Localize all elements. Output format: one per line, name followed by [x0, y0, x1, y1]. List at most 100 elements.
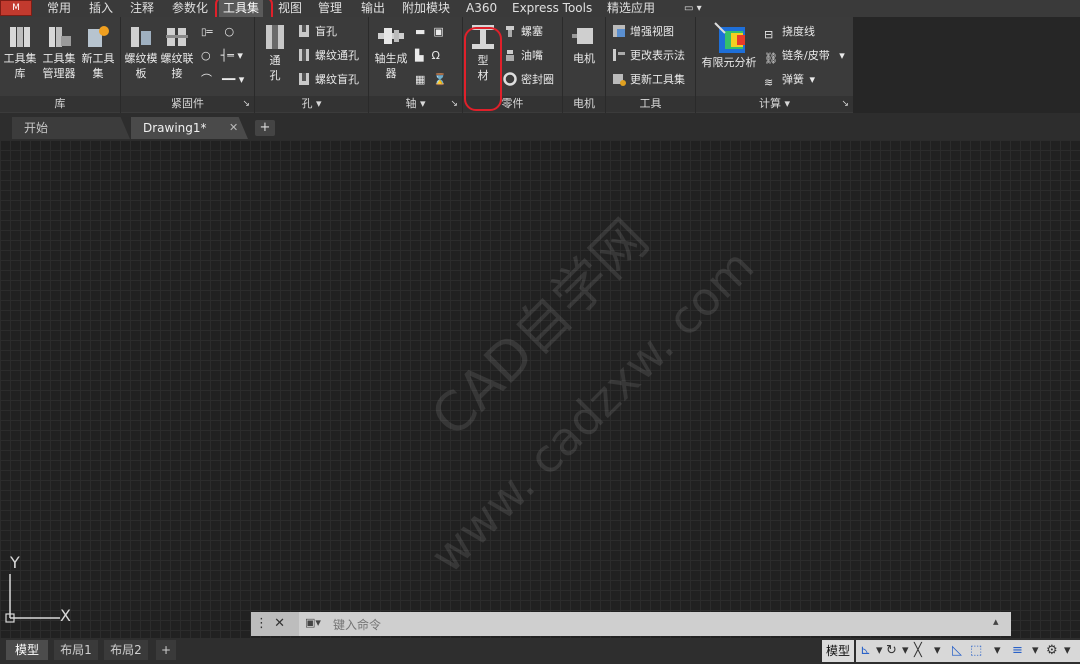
new-toolset-icon [88, 26, 109, 47]
shaft-generator-button[interactable]: 轴生成器 [371, 23, 411, 81]
polar-icon[interactable]: ↻ [886, 640, 897, 662]
bolt-icon: ▯═ [201, 27, 213, 38]
spring-icon: ⌒ [201, 73, 212, 86]
ucs-y-label: Y [10, 553, 20, 572]
panel-expand-icon[interactable]: ↘ [450, 96, 458, 112]
threaded-blind-hole-button[interactable]: 螺纹盲孔 [297, 71, 359, 89]
tab-drawing1[interactable]: Drawing1* ✕ [131, 117, 248, 139]
spring-icon: ≋ [764, 76, 774, 89]
change-representation-button[interactable]: 更改表示法 [612, 47, 685, 65]
tab-express-tools[interactable]: Express Tools [512, 0, 592, 17]
add-layout-button[interactable]: + [156, 640, 176, 660]
chevron-down-icon[interactable]: ▾ [934, 640, 941, 662]
chevron-down-icon[interactable]: ▾ [784, 97, 790, 110]
shaft-small-row-3[interactable]: ▦ ⌛ [415, 71, 447, 89]
annotation-icon[interactable]: ◺ [952, 640, 962, 662]
grid-icon[interactable]: ⊾ [860, 640, 871, 662]
close-icon[interactable]: ✕ [229, 117, 238, 139]
manager-icon [49, 27, 71, 47]
osnap-icon[interactable]: ╳ [914, 640, 922, 662]
panel-title-fasteners: 紧固件 ↘ [121, 96, 254, 112]
through-hole-button[interactable]: 通孔 [259, 23, 291, 83]
drawing-canvas[interactable]: CAD自学网 www. cadzxw. com Y X [0, 140, 1080, 638]
blind-hole-button[interactable]: 盲孔 [297, 23, 337, 41]
tab-insert[interactable]: 插入 [89, 0, 113, 17]
panel-title-motor: 电机 [563, 96, 605, 112]
tab-output[interactable]: 输出 [361, 0, 385, 17]
ring-icon: Ω [431, 49, 440, 62]
toolset-library-button[interactable]: 工具集库 [2, 23, 38, 81]
chevron-down-icon[interactable]: ▾ [902, 640, 909, 662]
ortho-icon[interactable]: ▾ [876, 640, 883, 662]
fastener-small-row-1[interactable]: ▯═ ○ [201, 23, 234, 41]
fastener-small-row-3[interactable]: ⌒ ━━ ▾ [201, 71, 244, 89]
update-icon [613, 74, 626, 86]
panel-expand-icon[interactable]: ↘ [242, 96, 250, 112]
new-toolset-button[interactable]: 新工具集 [80, 23, 116, 81]
lineweight-icon[interactable]: ≡ [1012, 640, 1023, 662]
dropdown-icon[interactable]: ▾ [1032, 640, 1039, 662]
tab-view[interactable]: 视图 [278, 0, 302, 17]
panel-expand-icon[interactable]: ↘ [841, 96, 849, 112]
grease-nipple-button[interactable]: 油嘴 [503, 47, 543, 65]
new-tab-button[interactable]: + [255, 120, 275, 136]
enhanced-view-button[interactable]: 增强视图 [612, 23, 674, 41]
tab-home[interactable]: 常用 [47, 0, 71, 17]
tab-model[interactable]: 模型 [6, 640, 48, 660]
ribbon-empty-area [853, 17, 1080, 113]
toolset-manager-button[interactable]: 工具集管理器 [40, 23, 78, 81]
fastener-small-row-2[interactable]: ○ ┤═ ▾ [201, 47, 243, 65]
update-toolset-button[interactable]: 更新工具集 [612, 71, 685, 89]
shaft-small-row-1[interactable]: ▬ ▣ [415, 23, 444, 41]
spring-calc-button[interactable]: ≋ 弹簧 ▾ [764, 71, 815, 89]
tab-start[interactable]: 开始 [12, 117, 130, 139]
chevron-down-icon[interactable]: ▾ [994, 640, 1001, 662]
gear-icon[interactable]: ⚙ [1046, 640, 1058, 662]
grease-nipple-icon [506, 50, 514, 61]
thread-template-button[interactable]: 螺纹模板 [123, 23, 159, 81]
shaft-part-icon: ▬ [415, 25, 426, 38]
bolt-connection-icon [166, 28, 188, 46]
shaft-small-row-2[interactable]: ▙ Ω [415, 47, 440, 65]
motor-button[interactable]: 电机 [566, 23, 602, 66]
plug-button[interactable]: 螺塞 [503, 23, 543, 41]
grip-icon[interactable]: ⋮ [255, 616, 268, 631]
close-icon[interactable]: ✕ [274, 616, 285, 631]
threaded-hole-icon [299, 49, 309, 61]
chain-belt-button[interactable]: ⛓ 链条/皮带 ▾ [764, 47, 845, 65]
gear-shaft-icon: ▣ [433, 25, 444, 38]
tab-parametric[interactable]: 参数化 [172, 0, 208, 17]
panel-holes: 通孔 盲孔 螺纹通孔 螺纹盲孔 孔 ▾ [255, 17, 369, 113]
deflection-line-button[interactable]: ⊟ 挠度线 [764, 23, 815, 41]
command-prompt-icon[interactable]: ▣▾ [305, 616, 321, 629]
tab-layout2[interactable]: 布局2 [104, 640, 148, 660]
panel-calculation: 有限元分析 ⊟ 挠度线 ⛓ 链条/皮带 ▾ ≋ 弹簧 ▾ 计算 ▾ ↘ [696, 17, 853, 113]
workspace-icon[interactable]: ⬚ [970, 640, 982, 662]
tab-layout1[interactable]: 布局1 [54, 640, 98, 660]
nut-icon: ○ [224, 25, 235, 38]
tab-options-icon[interactable]: ▭ ▾ [684, 0, 702, 17]
application-menu-button[interactable]: M [0, 0, 32, 16]
tab-annotate[interactable]: 注释 [130, 0, 154, 17]
thread-connection-button[interactable]: 螺纹联接 [159, 23, 195, 81]
pin-icon: ┤═ ▾ [220, 49, 243, 62]
panel-shaft: 轴生成器 ▬ ▣ ▙ Ω ▦ ⌛ 轴 ▾ ↘ [369, 17, 463, 113]
keyway-icon: ▦ [415, 73, 426, 86]
threaded-through-hole-button[interactable]: 螺纹通孔 [297, 47, 359, 65]
panel-title-library: 库 [0, 96, 120, 112]
tab-manage[interactable]: 管理 [318, 0, 342, 17]
chevron-down-icon[interactable]: ▾ [810, 73, 816, 86]
chevron-down-icon[interactable]: ▾ [1064, 640, 1071, 662]
model-space-button[interactable]: 模型 [822, 640, 854, 662]
ribbon: 工具集库 工具集管理器 新工具集 库 螺纹模板 螺纹联接 ▯═ ○ ○ ┤═ ▾ ⌒… [0, 17, 853, 113]
seal-ring-button[interactable]: 密封圈 [503, 71, 554, 89]
fea-button[interactable]: 有限元分析 [698, 21, 760, 70]
command-input[interactable] [331, 615, 975, 634]
chevron-down-icon[interactable]: ▾ [316, 97, 322, 110]
tab-a360[interactable]: A360 [466, 0, 497, 17]
history-up-icon[interactable]: ▴ [993, 615, 999, 628]
tab-addins[interactable]: 附加模块 [402, 0, 450, 17]
chevron-down-icon[interactable]: ▾ [420, 97, 426, 110]
chevron-down-icon[interactable]: ▾ [839, 49, 845, 62]
tab-featured-apps[interactable]: 精选应用 [607, 0, 655, 17]
